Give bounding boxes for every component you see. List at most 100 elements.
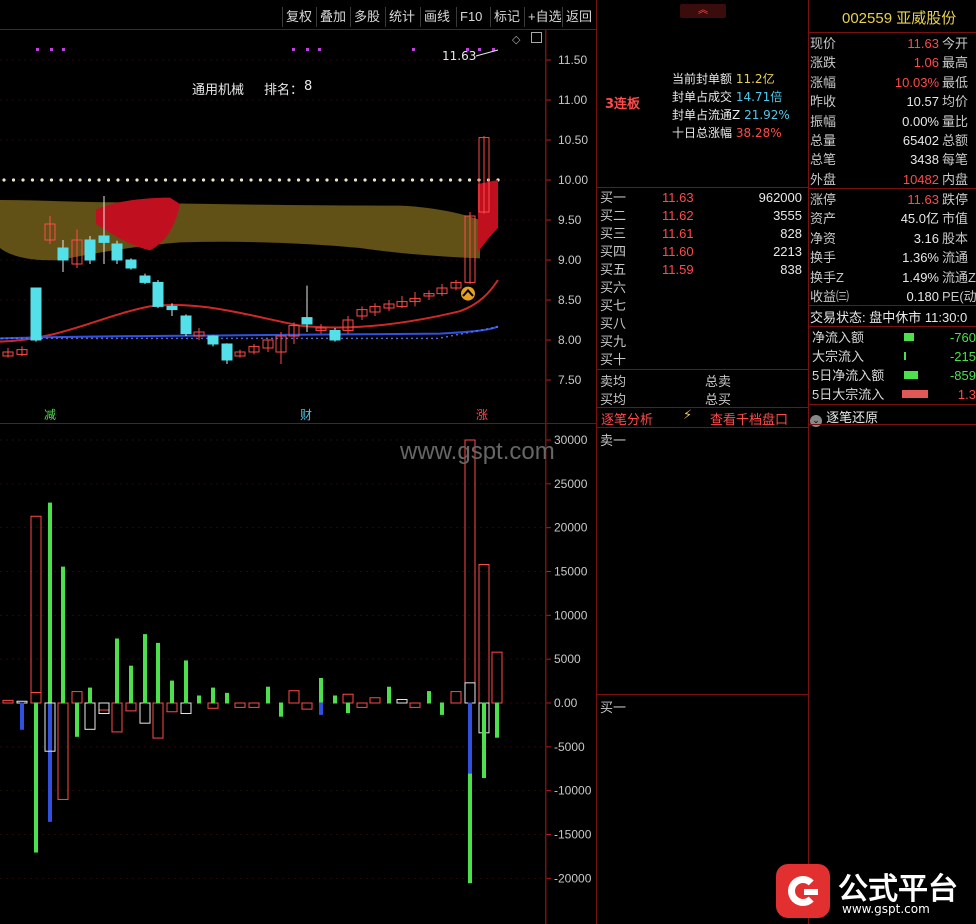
finance-marker[interactable]: 财 [300, 406, 312, 423]
limit-up-badge-icon[interactable] [461, 286, 475, 301]
restore-rights-button[interactable]: 复权 [282, 7, 315, 27]
collapse-up-icon[interactable]: ︽ [680, 4, 726, 18]
ma-blue-dot [11, 337, 13, 340]
mark-button[interactable]: 标记 [490, 7, 523, 27]
candle-body[interactable] [30, 287, 42, 341]
ma-blue-dot [21, 337, 23, 340]
rise-marker[interactable]: 涨 [476, 406, 488, 423]
candle-body[interactable] [301, 317, 313, 325]
candle-body[interactable] [180, 315, 192, 335]
f10-button[interactable]: F10 [456, 7, 485, 27]
candle-body[interactable] [166, 305, 178, 311]
limit-line-dot [353, 178, 358, 182]
ma-blue-dot [146, 337, 148, 340]
quote-label: 换手Z [810, 269, 844, 285]
ma-blue-dot [111, 337, 113, 340]
limit-line-dot [268, 178, 272, 182]
watermark-text: www.gspt.com [400, 438, 555, 465]
window-icon[interactable] [531, 32, 542, 43]
add-watchlist-button[interactable]: +自选 [524, 7, 565, 27]
candle-body[interactable] [111, 243, 123, 261]
flow-volume-bar [57, 702, 69, 800]
quote-value: 10.57 [906, 94, 939, 110]
flow-label: 大宗流入 [812, 349, 865, 364]
flow-volume-bar [88, 687, 92, 704]
bid-level-label: 买一 [600, 190, 627, 205]
bid-row[interactable]: 买三 11.61 828 [598, 225, 806, 243]
bid-row[interactable]: 买六 [598, 279, 806, 297]
ma-blue-dot [1, 337, 3, 340]
signal-dot [478, 48, 481, 51]
signal-dot [292, 48, 295, 51]
candle-body[interactable] [139, 275, 151, 283]
multi-stock-button[interactable]: 多股 [350, 7, 383, 27]
statistics-button[interactable]: 统计 [385, 7, 418, 27]
limit-line-dot [49, 178, 54, 182]
quote-label: 涨跌 [810, 55, 837, 71]
bid-row[interactable]: 买七 [598, 297, 806, 315]
candle-body[interactable] [57, 247, 69, 261]
tab-thousand-depth[interactable]: 查看千档盘口 [710, 409, 788, 428]
stock-code: 002559 [842, 10, 893, 27]
quote-label-secondary: 流通Z [942, 269, 976, 285]
back-button[interactable]: 返回 [562, 7, 595, 27]
flow-volume-bar [356, 702, 368, 708]
ma-blue-dot [156, 337, 158, 340]
flow-bar [902, 390, 928, 398]
quote-value: 3438 [910, 152, 939, 168]
reduce-marker[interactable]: 减 [44, 406, 56, 423]
ma-blue-dot [181, 337, 183, 340]
kline-chart[interactable] [0, 30, 545, 924]
bid-row[interactable]: 买一 11.63 962000 [598, 189, 806, 207]
bid-row[interactable]: 买二 11.62 3555 [598, 207, 806, 225]
bid-row[interactable]: 买五 11.59 838 [598, 261, 806, 279]
diamond-icon[interactable]: ◇ [512, 33, 520, 46]
ma-blue-dot [161, 337, 163, 340]
ma-blue-dot [436, 337, 438, 340]
flow-volume-bar [125, 702, 137, 712]
bid-price: 11.60 [662, 244, 694, 259]
ma-blue-dot [471, 330, 473, 333]
quote-label-secondary: 股本 [942, 230, 969, 246]
bid-row[interactable]: 买九 [598, 333, 806, 351]
seal-info-row: 十日总涨幅 38.28% [672, 126, 782, 140]
limit-line-dot [363, 178, 367, 182]
flow-volume-bar [387, 686, 391, 704]
draw-line-button[interactable]: 画线 [420, 7, 453, 27]
flow-volume-bar [30, 515, 42, 704]
bid-row[interactable]: 买四 11.60 2213 [598, 243, 806, 261]
ma-blue-dot [271, 337, 273, 340]
ma-blue-dot [381, 337, 383, 340]
volume-tick-label: -20000 [554, 871, 592, 885]
limit-line-dot [68, 178, 73, 182]
candle-body[interactable] [84, 239, 96, 261]
ma-blue-dot [386, 337, 388, 340]
overlay-button[interactable]: 叠加 [316, 7, 349, 27]
tab-tick-analysis[interactable]: 逐笔分析 [601, 409, 653, 428]
flow-volume-bar [166, 702, 178, 713]
limit-line-dot [40, 178, 44, 182]
quote-row: 总量 65402 总额 [810, 131, 976, 150]
ma-blue-dot [266, 337, 268, 340]
candle-body[interactable] [207, 335, 219, 345]
ma-blue-dot [171, 337, 173, 340]
bid-price: 11.63 [662, 190, 694, 205]
candle-body[interactable] [152, 281, 164, 307]
candle-body[interactable] [125, 259, 137, 269]
flow-row: 净流入额 -760 [810, 328, 976, 347]
bid-level-label: 买五 [600, 262, 627, 277]
trade-status-label: 交易状态: [810, 310, 866, 325]
bid-row[interactable]: 买八 [598, 315, 806, 333]
candle-body[interactable] [329, 329, 341, 341]
ma-blue-dot [61, 337, 63, 340]
chevron-down-icon[interactable]: ⌄ [810, 415, 822, 427]
flow-volume-bar [98, 702, 110, 715]
candle-body[interactable] [98, 235, 110, 243]
sector-label: 通用机械 [192, 83, 245, 98]
bid-row[interactable]: 买十 [598, 351, 806, 369]
quote-label-secondary: 均价 [942, 94, 969, 110]
bid-volume: 838 [780, 262, 802, 277]
flow-value: -760 [949, 330, 976, 345]
flow-volume-bar [427, 691, 431, 704]
candle-body[interactable] [221, 343, 233, 361]
